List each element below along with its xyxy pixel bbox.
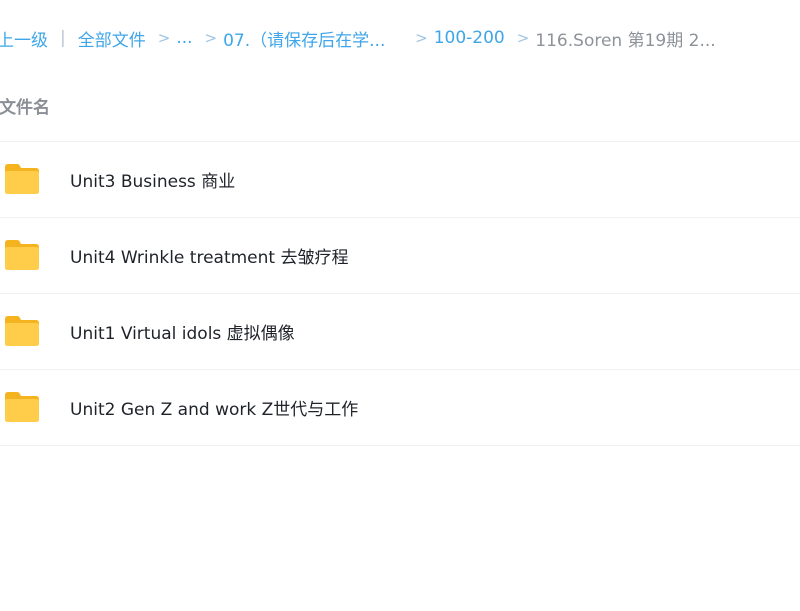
- file-list: Unit3 Business 商业 Unit4 Wrinkle treatmen…: [0, 141, 800, 446]
- list-item[interactable]: Unit2 Gen Z and work Z世代与工作: [0, 369, 800, 446]
- list-item[interactable]: Unit3 Business 商业: [0, 141, 800, 217]
- file-name[interactable]: Unit4 Wrinkle treatment 去皱疗程: [70, 243, 348, 268]
- file-name[interactable]: Unit3 Business 商业: [70, 167, 235, 192]
- column-header-filename[interactable]: 文件名: [0, 93, 50, 118]
- folder-icon: [5, 392, 39, 422]
- breadcrumb-current: 116.Soren 第19期 2...: [535, 30, 716, 51]
- file-name[interactable]: Unit2 Gen Z and work Z世代与工作: [70, 395, 358, 420]
- list-item[interactable]: Unit1 Virtual idols 虚拟偶像: [0, 293, 800, 369]
- breadcrumb-all-files[interactable]: 全部文件: [78, 26, 146, 51]
- file-browser-page: 上一级 | 全部文件 > ... > 07.（请保存后在学... > 100-2…: [0, 0, 800, 611]
- breadcrumb-divider: |: [60, 28, 66, 48]
- folder-icon: [5, 316, 39, 346]
- list-item[interactable]: Unit4 Wrinkle treatment 去皱疗程: [0, 217, 800, 293]
- breadcrumb-folder-07[interactable]: 07.（请保存后在学...: [223, 26, 403, 51]
- file-name[interactable]: Unit1 Virtual idols 虚拟偶像: [70, 319, 295, 344]
- chevron-right-icon: >: [415, 29, 428, 47]
- chevron-right-icon: >: [204, 29, 218, 47]
- breadcrumb-collapsed[interactable]: ...: [176, 28, 192, 48]
- breadcrumb: 上一级 | 全部文件 > ... > 07.（请保存后在学... > 100-2…: [0, 26, 716, 51]
- folder-icon: [5, 240, 39, 270]
- breadcrumb-up-link[interactable]: 上一级: [0, 26, 48, 51]
- breadcrumb-folder-100-200[interactable]: 100-200: [434, 28, 505, 48]
- folder-icon: [5, 164, 39, 194]
- chevron-right-icon: >: [157, 29, 171, 47]
- chevron-right-icon: >: [516, 29, 530, 47]
